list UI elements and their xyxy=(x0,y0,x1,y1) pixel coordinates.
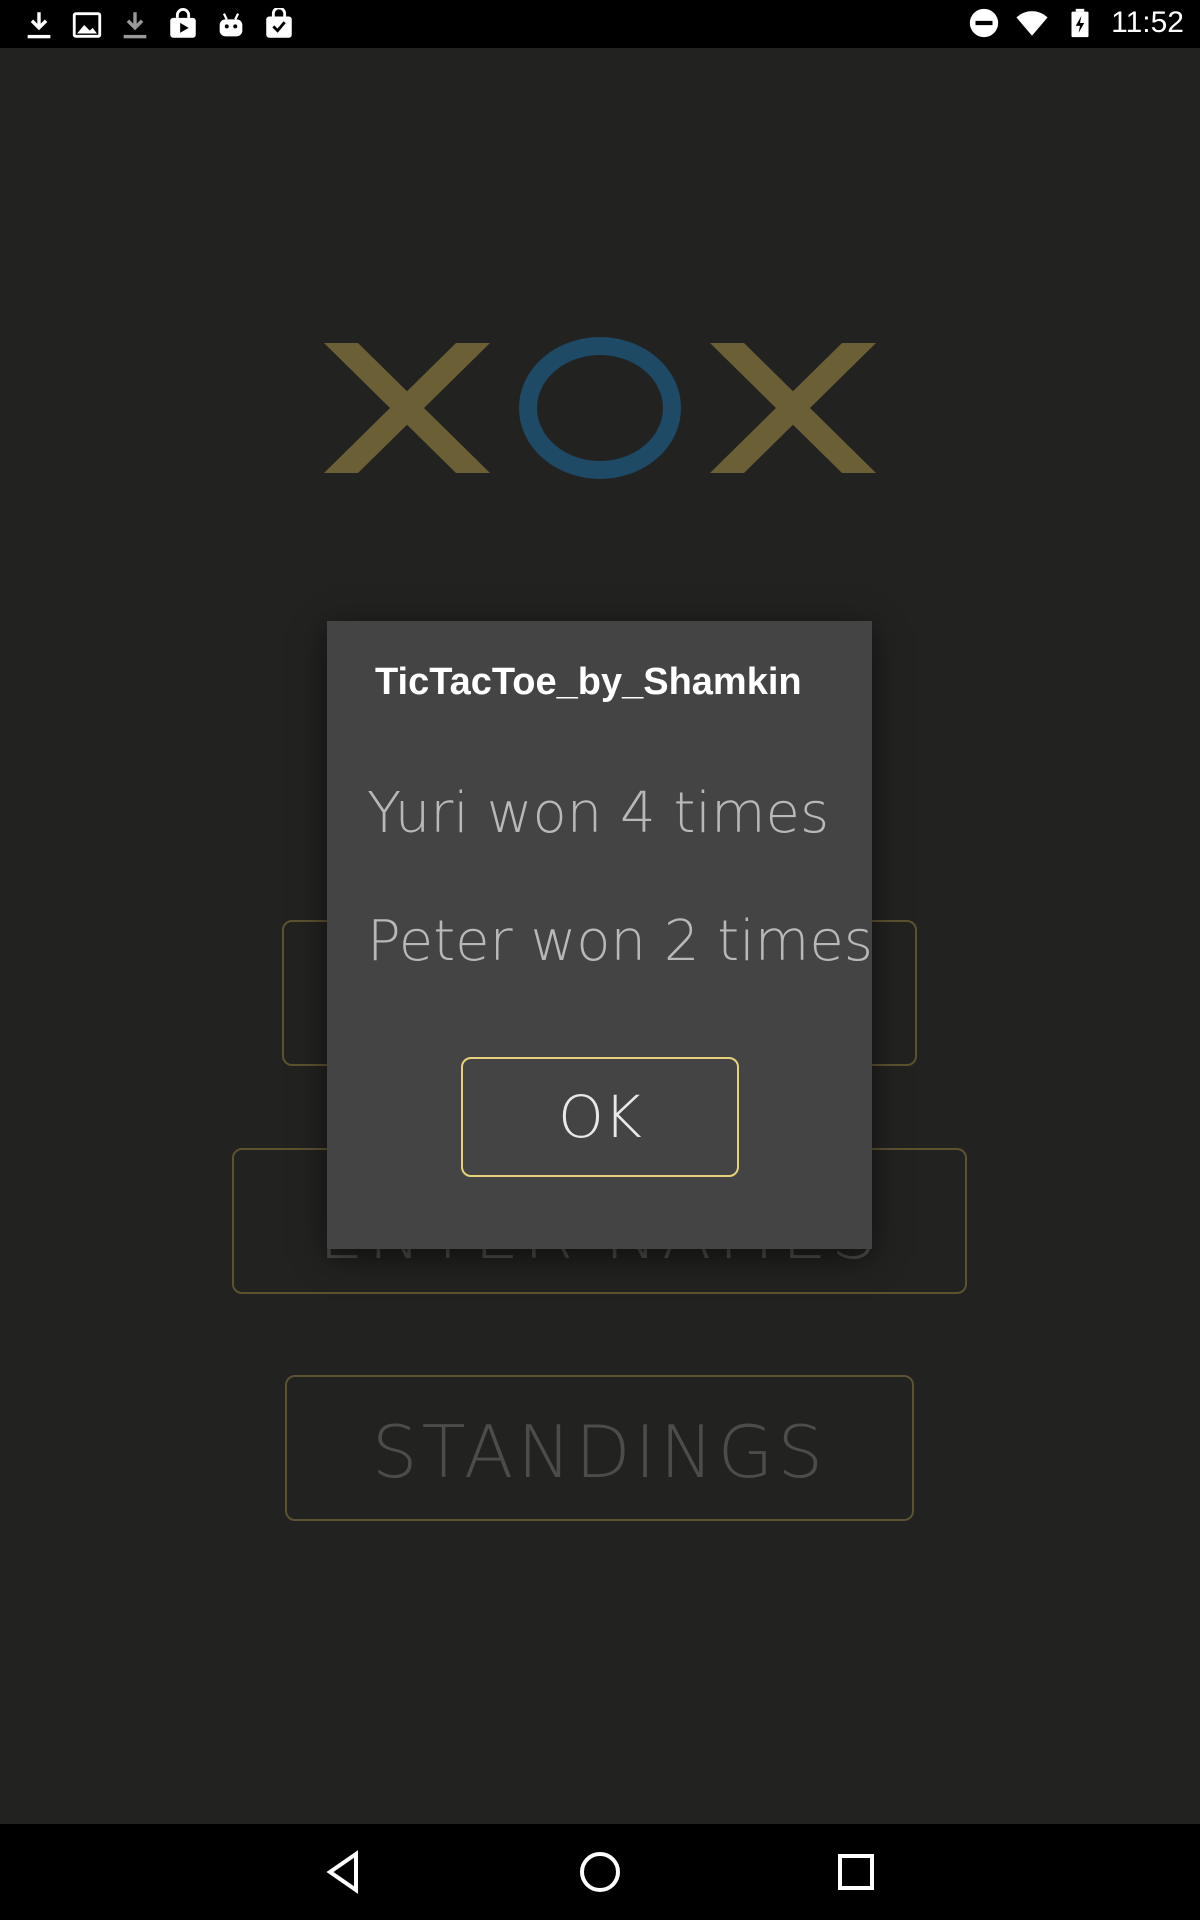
standing-line-1: Yuri won 4 times xyxy=(367,781,830,846)
notification-icons xyxy=(22,6,296,42)
logo-x-left xyxy=(324,343,490,473)
play-store-icon xyxy=(166,8,200,42)
xox-logo xyxy=(320,288,880,488)
home-icon[interactable] xyxy=(576,1848,624,1896)
logo-o xyxy=(519,337,681,479)
status-bar: 11:52 xyxy=(0,0,1200,48)
recent-apps-icon[interactable] xyxy=(832,1848,880,1896)
standing-line-2: Peter won 2 times xyxy=(367,909,873,974)
back-icon[interactable] xyxy=(320,1848,368,1896)
standings-button[interactable]: STANDINGS xyxy=(285,1375,914,1521)
clipboard-check-icon xyxy=(262,6,296,42)
download-dim-icon xyxy=(118,8,152,42)
battery-charging-icon xyxy=(1063,6,1097,40)
wifi-icon xyxy=(1015,6,1049,40)
android-icon xyxy=(214,8,248,42)
system-icons: 11:52 xyxy=(967,6,1184,40)
logo-x-right xyxy=(710,343,876,473)
ok-button[interactable]: OK xyxy=(461,1057,739,1177)
image-icon xyxy=(70,8,104,42)
standings-dialog: TicTacToe_by_Shamkin Yuri won 4 times Pe… xyxy=(327,621,873,1249)
dialog-title: TicTacToe_by_Shamkin xyxy=(375,661,802,703)
download-icon xyxy=(22,8,56,42)
do-not-disturb-icon xyxy=(967,6,1001,40)
navigation-bar xyxy=(0,1824,1200,1920)
clock: 11:52 xyxy=(1111,6,1184,39)
